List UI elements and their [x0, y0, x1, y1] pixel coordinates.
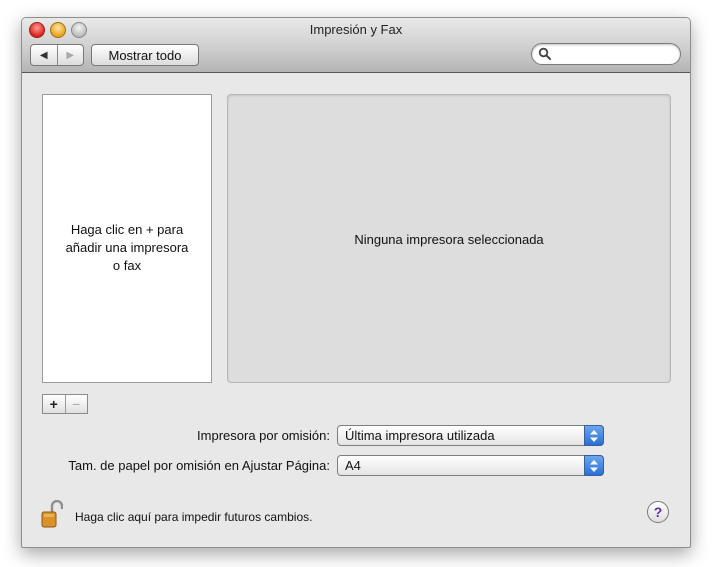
default-printer-label: Impresora por omisión: [197, 428, 330, 443]
window-title: Impresión y Fax [309, 22, 403, 37]
triangle-left-icon: ◀ [39, 49, 48, 61]
printer-detail-pane: Ninguna impresora seleccionada [227, 94, 671, 383]
printer-list[interactable]: Haga clic en + para añadir una impresora… [42, 94, 212, 383]
add-remove-control: + − [42, 394, 88, 414]
default-paper-size-popup[interactable]: A4 [337, 455, 604, 476]
open-padlock-icon[interactable] [41, 500, 63, 528]
empty-hint-line: añadir una impresora [65, 240, 189, 255]
default-paper-size-value: A4 [345, 458, 361, 473]
default-printer-popup[interactable]: Última impresora utilizada [337, 425, 604, 446]
magnifier-icon [538, 47, 551, 60]
empty-hint-line: Haga clic en + para [70, 222, 184, 237]
default-printer-value: Última impresora utilizada [345, 428, 495, 443]
unified-toolbar: Impresión y Fax ◀ ▶ Mostrar todo [22, 18, 690, 73]
default-paper-size-label: Tam. de papel por omisión en Ajustar Pág… [68, 458, 330, 473]
up-down-arrows-icon [584, 425, 604, 446]
printer-list-empty-hint: Haga clic en + para añadir una impresora… [43, 221, 211, 275]
add-printer-button[interactable]: + [43, 395, 66, 413]
search-field[interactable] [531, 43, 681, 65]
up-down-arrows-icon [584, 455, 604, 476]
back-button[interactable]: ◀ [31, 45, 58, 65]
forward-button[interactable]: ▶ [58, 45, 84, 65]
back-forward-control: ◀ ▶ [30, 44, 84, 66]
triangle-right-icon: ▶ [66, 49, 75, 61]
empty-hint-line: o fax [112, 258, 142, 273]
help-icon: ? [653, 504, 663, 520]
no-printer-message: Ninguna impresora seleccionada [354, 232, 544, 247]
lock-message[interactable]: Haga clic aquí para impedir futuros camb… [75, 510, 312, 524]
preferences-window: Impresión y Fax ◀ ▶ Mostrar todo Haga cl… [21, 17, 691, 548]
help-button[interactable]: ? [647, 501, 669, 523]
show-all-button[interactable]: Mostrar todo [91, 44, 199, 66]
remove-printer-button[interactable]: − [66, 395, 88, 413]
